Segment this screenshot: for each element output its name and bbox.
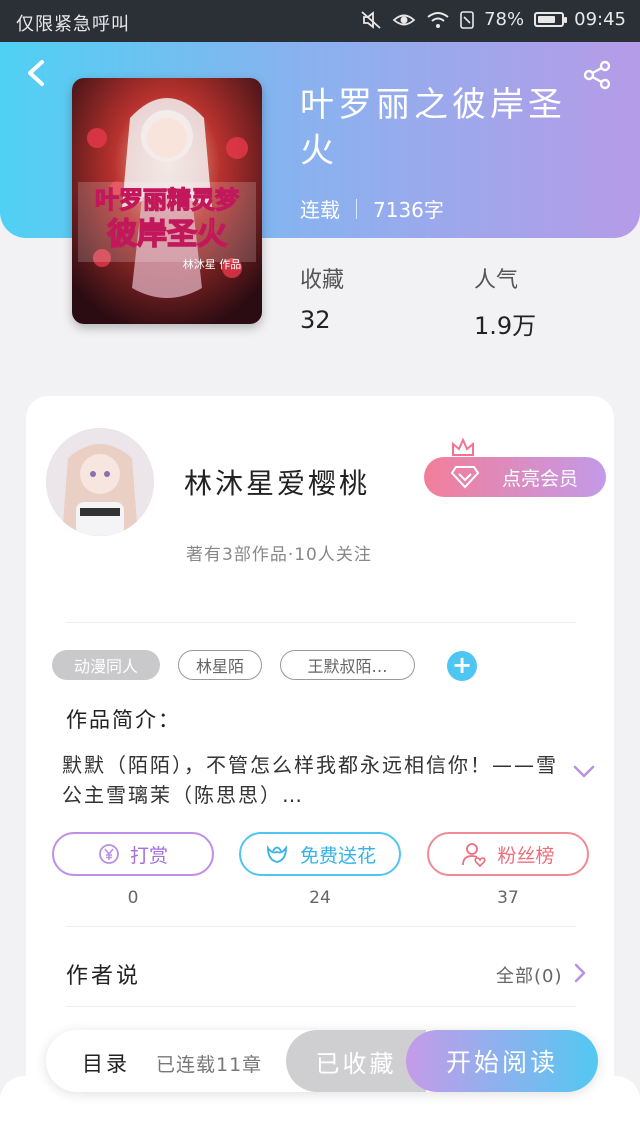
popularity-label: 人气	[474, 268, 519, 293]
send-flower-button[interactable]: 免费送花	[239, 832, 401, 876]
intro-text: 默默（陌陌），不管怎么样我都永远相信你！——雪公主雪璃茉（陈思思）…	[62, 753, 558, 807]
favorite-button[interactable]: 已收藏	[286, 1030, 426, 1092]
start-reading-button[interactable]: 开始阅读	[406, 1030, 598, 1092]
word-count: 7136字	[373, 198, 444, 222]
chevron-right-icon[interactable]	[572, 962, 588, 984]
reward-button[interactable]: 打赏	[52, 832, 214, 876]
cover-author: 林沐星 作品	[183, 257, 242, 271]
divider	[66, 926, 576, 927]
author-avatar[interactable]	[46, 428, 154, 536]
divider	[66, 1006, 576, 1007]
battery-icon	[534, 12, 568, 27]
meta-divider	[356, 198, 357, 219]
fan-ranking-label: 粉丝榜	[497, 844, 555, 867]
author-name[interactable]: 林沐星爱樱桃	[184, 462, 370, 502]
vip-button[interactable]: 点亮会员	[424, 457, 606, 497]
catalog-button[interactable]: 目录	[82, 1048, 130, 1078]
crown-icon	[452, 437, 474, 456]
clock: 09:45	[574, 9, 626, 30]
status-icons: 78% 09:45	[360, 9, 626, 30]
cover-title-line2: 彼岸圣火	[107, 217, 227, 252]
author-summary: 著有3部作品·10人关注	[186, 545, 372, 565]
fan-ranking-button[interactable]: 粉丝榜	[427, 832, 589, 876]
favorites-label: 收藏	[300, 268, 345, 293]
eye-icon	[392, 14, 416, 25]
battery-percent: 78%	[484, 9, 525, 30]
battery-level	[538, 16, 556, 23]
book-cover[interactable]: 叶罗丽精灵梦 彼岸圣火 林沐星 作品	[72, 78, 262, 324]
diamond-icon	[450, 466, 480, 489]
author-says-title: 作者说	[66, 964, 142, 989]
flower-count: 24	[309, 888, 331, 908]
add-tag-button[interactable]: +	[447, 651, 477, 681]
tag-category[interactable]: 动漫同人	[52, 650, 160, 680]
divider	[66, 622, 576, 623]
tag-item[interactable]: 王默叔陌…	[280, 650, 415, 680]
book-title: 叶罗丽之彼岸圣火	[300, 85, 566, 171]
author-says-all-link[interactable]: 全部(0)	[496, 962, 563, 988]
status-bar: 仅限紧急呼叫 78% 09:45	[0, 0, 640, 42]
fan-count: 37	[497, 888, 519, 908]
nfc-icon	[460, 10, 474, 29]
back-button[interactable]	[22, 58, 52, 88]
wifi-icon	[427, 11, 449, 28]
carrier-text: 仅限紧急呼叫	[16, 14, 130, 35]
intro-title: 作品简介：	[66, 708, 181, 732]
user-heart-icon	[462, 843, 487, 867]
reward-label: 打赏	[129, 844, 168, 867]
send-flower-label: 免费送花	[299, 844, 376, 867]
mute-icon	[361, 10, 381, 29]
serial-status: 连载	[300, 198, 340, 222]
book-meta: 连载 7136字	[300, 194, 444, 223]
vip-label: 点亮会员	[501, 467, 578, 490]
yen-coin-icon	[99, 844, 119, 864]
cover-title-line1: 叶罗丽精灵梦	[95, 186, 240, 214]
avatar-illustration	[46, 428, 154, 536]
reward-count: 0	[127, 888, 139, 908]
flower-icon	[267, 845, 287, 863]
tag-item[interactable]: 林星陌	[178, 650, 262, 680]
chevron-left-icon	[28, 60, 44, 86]
chapter-count: 已连载11章	[156, 1054, 263, 1076]
popularity-count: 1.9万	[474, 312, 537, 340]
cover-illustration: 叶罗丽精灵梦 彼岸圣火 林沐星 作品	[72, 78, 262, 324]
favorites-count: 32	[300, 306, 331, 334]
chevron-down-icon[interactable]	[572, 762, 596, 782]
